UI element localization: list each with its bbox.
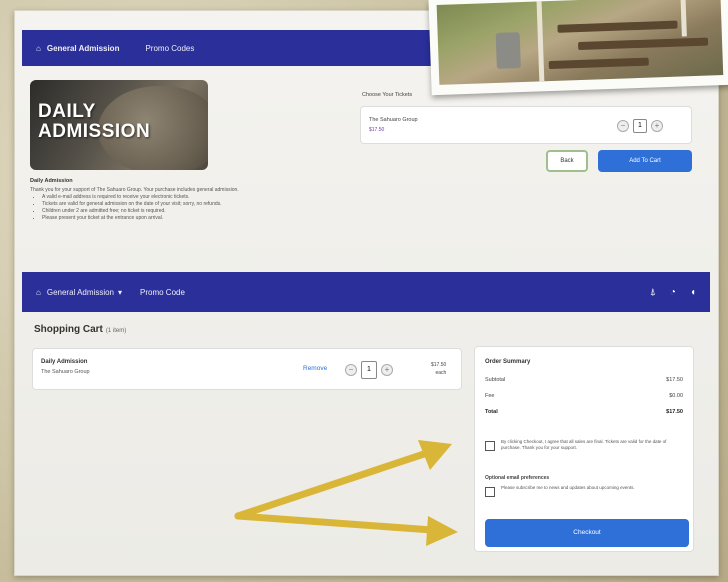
description-bullet: Please present your ticket at the entran… (42, 215, 360, 222)
order-summary-panel: Order Summary Subtotal $17.50 Fee $0.00 … (474, 346, 694, 552)
description-bullet: Tickets are valid for general admission … (42, 201, 360, 208)
description-bullet: Children under 2 are admitted free; no t… (42, 208, 360, 215)
terms-text: By clicking Checkout, I agree that all s… (501, 439, 667, 450)
cart-quantity-stepper: − 1 + (345, 361, 393, 379)
hero-title: DAILY ADMISSION (38, 102, 150, 142)
order-summary-heading: Order Summary (485, 359, 531, 365)
nav-promo-codes[interactable]: Promo Codes (145, 44, 194, 53)
subtotal-value: $17.50 (666, 377, 683, 383)
product-name: The Sahuaro Group (369, 117, 418, 123)
home-icon: ⌂ (36, 43, 41, 53)
account-icon[interactable]: ⍋ (650, 287, 656, 298)
increase-quantity-button[interactable]: + (651, 120, 663, 132)
newsletter-optin: Please subscribe me to news and updates … (485, 485, 685, 497)
cart-item-price: $17.50 each (431, 361, 446, 377)
cart-icon[interactable]: ◖ (690, 287, 696, 298)
nav-promo-code[interactable]: Promo Code (140, 288, 185, 297)
fee-label: Fee (485, 393, 495, 399)
total-row: Total $17.50 (485, 409, 683, 415)
cart-decrease-button[interactable]: − (345, 364, 357, 376)
nav-general-admission-2[interactable]: ⌂ General Admission ▾ (36, 288, 122, 297)
help-icon[interactable]: ◔ (670, 287, 676, 298)
optional-preferences-label: Optional email preferences (485, 475, 550, 481)
fee-row: Fee $0.00 (485, 393, 683, 399)
cart-navbar: ⌂ General Admission ▾ Promo Code ⍋ ◔ ◖ (22, 272, 710, 312)
chevron-down-icon: ▾ (118, 287, 123, 297)
nav-general-admission-label: General Admission (46, 43, 120, 53)
cart-quantity-input[interactable]: 1 (361, 361, 377, 379)
total-value: $17.50 (666, 409, 683, 415)
newsletter-text: Please subscribe me to news and updates … (501, 485, 635, 490)
remove-item-link[interactable]: Remove (303, 365, 327, 372)
add-to-cart-button[interactable]: Add To Cart (598, 150, 692, 172)
terms-checkbox[interactable] (485, 441, 495, 451)
description-heading: Daily Admission (30, 178, 73, 184)
cart-item-count: (1 item) (105, 328, 127, 334)
checkout-button[interactable]: Checkout (485, 519, 689, 547)
shopping-cart-title: Shopping Cart (1 item) (34, 324, 126, 335)
nav-general-admission[interactable]: ⌂ General Admission (36, 44, 119, 53)
newsletter-checkbox[interactable] (485, 487, 495, 497)
cart-item-price-value: $17.50 (431, 362, 447, 368)
product-price: $17.50 (369, 127, 385, 133)
nav-promo-code-label: Promo Code (140, 287, 185, 297)
hero-title-line1: DAILY (38, 101, 96, 122)
choose-tickets-label: Choose Your Tickets (362, 92, 413, 98)
cart-increase-button[interactable]: + (381, 364, 393, 376)
total-label: Total (485, 409, 498, 415)
cart-item-row: Daily Admission The Sahuaro Group Remove… (32, 348, 462, 390)
subtotal-label: Subtotal (485, 377, 506, 383)
description-intro: Thank you for your support of The Sahuar… (30, 187, 239, 193)
subtotal-row: Subtotal $17.50 (485, 377, 683, 383)
description-bullet: A valid e-mail address is required to re… (42, 194, 360, 201)
cart-item-subtitle: The Sahuaro Group (41, 369, 90, 375)
cart-title-text: Shopping Cart (34, 324, 103, 335)
nav-promo-codes-label: Promo Codes (145, 43, 195, 53)
park-photo (428, 0, 728, 96)
decrease-quantity-button[interactable]: − (617, 120, 629, 132)
home-icon: ⌂ (36, 287, 41, 297)
hero-title-line2: ADMISSION (38, 121, 151, 142)
terms-agreement: By clicking Checkout, I agree that all s… (485, 439, 685, 451)
fee-value: $0.00 (669, 393, 683, 399)
product-card: The Sahuaro Group $17.50 − 1 + (360, 106, 692, 144)
nav-general-admission-label-2: General Admission (46, 287, 114, 297)
back-button[interactable]: Back (546, 150, 588, 172)
ticket-description: Daily Admission Thank you for your suppo… (30, 178, 360, 222)
daily-admission-hero: DAILY ADMISSION (30, 80, 208, 170)
cart-item-price-unit: each (435, 370, 447, 376)
cart-item-name: Daily Admission (41, 359, 88, 365)
product-quantity-input[interactable]: 1 (633, 119, 647, 133)
nav-actions: ⍋ ◔ ◖ (650, 287, 696, 298)
product-quantity-stepper: − 1 + (617, 119, 663, 133)
description-bullets: A valid e-mail address is required to re… (30, 194, 360, 222)
